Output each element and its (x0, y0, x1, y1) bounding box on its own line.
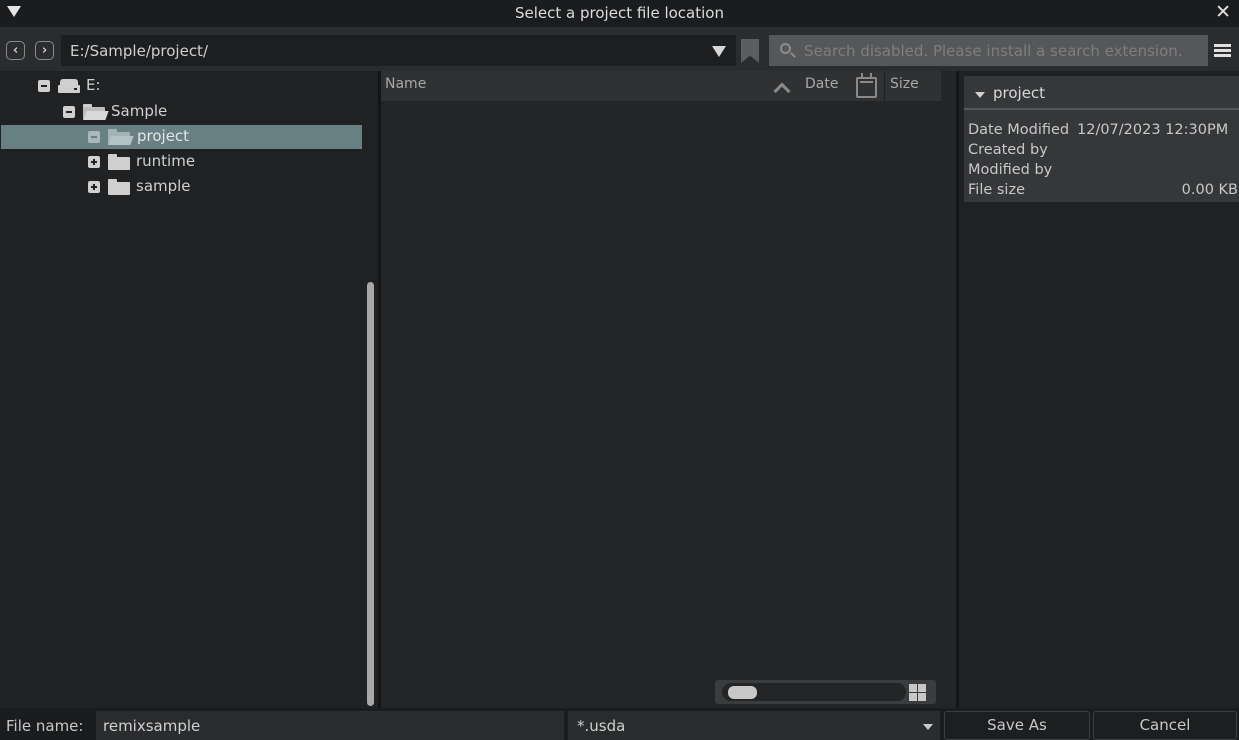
tree-item-label: sample (136, 177, 191, 195)
column-name-header[interactable]: Name (385, 76, 426, 92)
column-separator (884, 71, 885, 101)
back-button[interactable]: ‹ (6, 41, 25, 60)
folder-open-icon (108, 129, 134, 145)
cancel-button[interactable]: Cancel (1093, 711, 1237, 740)
search-placeholder: Search disabled. Please install a search… (804, 42, 1183, 60)
tree-item-sample-subfolder[interactable]: sample (0, 175, 362, 199)
detail-key: Created by (968, 142, 1048, 158)
folder-icon (108, 154, 130, 170)
file-list-header: Name Date Size (381, 71, 941, 101)
chevron-down-icon[interactable] (923, 724, 933, 730)
grid-view-icon[interactable] (909, 684, 926, 701)
tree-item-project[interactable]: project (1, 125, 362, 149)
detail-key: Date Modified (968, 122, 1070, 138)
detail-date-modified: Date Modified 12/07/2023 12:30PM (968, 122, 1238, 142)
drive-icon (58, 79, 80, 93)
details-title: project (993, 84, 1046, 102)
collapse-toggle-icon[interactable] (88, 131, 100, 143)
close-icon[interactable]: ✕ (1215, 3, 1231, 22)
dialog-title: Select a project file location (515, 4, 724, 22)
tree-item-label: E: (86, 76, 101, 94)
file-name-input[interactable] (96, 711, 564, 740)
file-name-label: File name: (6, 717, 84, 735)
detail-value: 0.00 KB (1181, 182, 1238, 198)
caret-down-icon[interactable] (975, 92, 985, 98)
toolbar: ‹ › E:/Sample/project/ Search disabled. … (0, 27, 1239, 71)
bottom-bar: File name: *.usda Save As Cancel (0, 708, 1239, 740)
file-type-select[interactable]: *.usda (568, 711, 940, 740)
tree-scrollbar[interactable] (367, 282, 374, 706)
search-field: Search disabled. Please install a search… (769, 35, 1208, 66)
calendar-icon[interactable] (856, 73, 877, 98)
details-header[interactable]: project (964, 76, 1239, 110)
detail-created-by: Created by (968, 142, 1238, 162)
tree-item-drive-e[interactable]: E: (0, 74, 362, 98)
thumbnail-size-control (715, 680, 936, 704)
forward-button[interactable]: › (35, 41, 54, 60)
detail-key: File size (968, 182, 1025, 198)
detail-file-size: File size 0.00 KB (968, 182, 1238, 202)
bookmark-icon[interactable] (741, 39, 759, 63)
slider-thumb[interactable] (728, 686, 757, 699)
details-card: project Date Modified 12/07/2023 12:30PM… (964, 76, 1239, 202)
collapse-toggle-icon[interactable] (63, 106, 75, 118)
tree-item-label: Sample (111, 102, 168, 120)
file-list: Name Date Size (381, 71, 956, 708)
expand-toggle-icon[interactable] (88, 156, 100, 168)
tree-item-runtime[interactable]: runtime (0, 150, 362, 174)
details-panel: project Date Modified 12/07/2023 12:30PM… (959, 71, 1239, 708)
sort-ascending-icon[interactable] (775, 82, 789, 96)
folder-tree: E: Sample project runtime sample (0, 71, 378, 708)
search-icon (780, 43, 791, 54)
file-type-value: *.usda (577, 717, 626, 735)
tree-item-label: project (137, 127, 190, 145)
tree-item-sample-folder[interactable]: Sample (0, 100, 362, 124)
save-as-button[interactable]: Save As (944, 711, 1090, 740)
title-bar: Select a project file location ✕ (0, 0, 1239, 27)
tree-item-label: runtime (136, 152, 196, 170)
path-dropdown-icon[interactable] (712, 46, 726, 57)
column-size-header[interactable]: Size (890, 76, 919, 92)
detail-key: Modified by (968, 162, 1053, 178)
path-text[interactable]: E:/Sample/project/ (70, 42, 208, 60)
folder-open-icon (83, 104, 109, 120)
detail-value: 12/07/2023 12:30PM (1077, 122, 1229, 138)
menu-icon[interactable] (1214, 44, 1231, 58)
column-date-header[interactable]: Date (805, 76, 838, 92)
path-field[interactable]: E:/Sample/project/ (61, 35, 736, 66)
collapse-toggle-icon[interactable] (38, 80, 50, 92)
expand-toggle-icon[interactable] (88, 181, 100, 193)
detail-modified-by: Modified by (968, 162, 1238, 182)
folder-icon (108, 179, 130, 195)
